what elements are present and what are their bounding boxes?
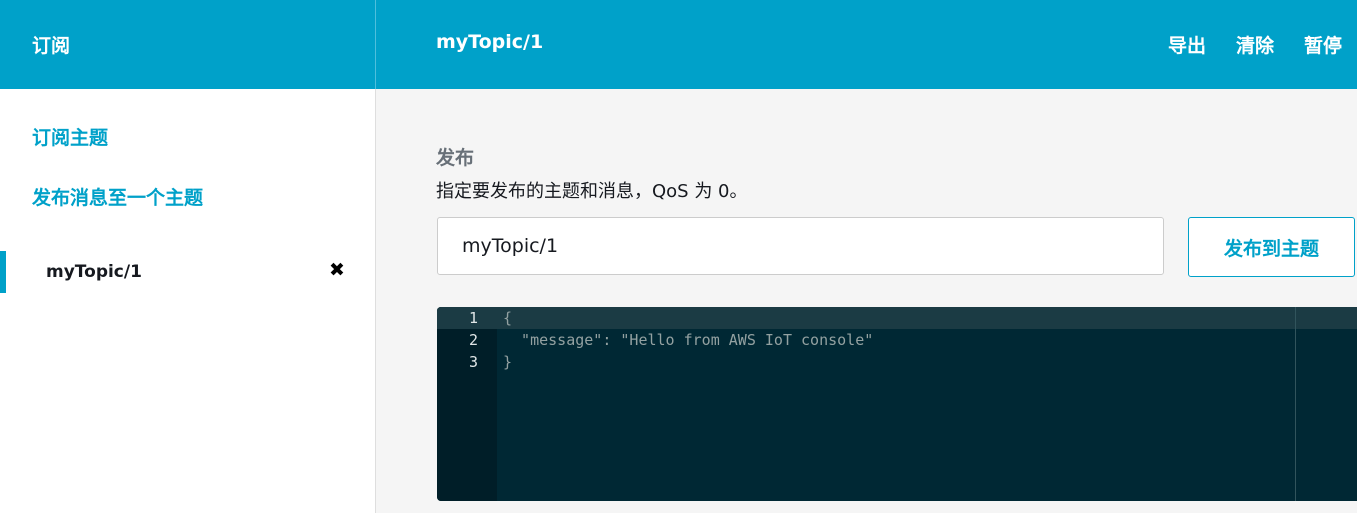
line-number: 2: [468, 331, 478, 349]
line-number: 3: [468, 353, 478, 371]
subscribe-topic-link[interactable]: 订阅主题: [32, 123, 108, 150]
header-actions: 导出 清除 暂停: [1168, 31, 1342, 58]
line-code: "message": "Hello from AWS IoT console": [503, 331, 874, 349]
topic-title: myTopic/1: [436, 31, 544, 53]
editor-line: 3 }: [437, 351, 1357, 373]
editor-line: 1 {: [437, 307, 1357, 329]
editor-line: 2 "message": "Hello from AWS IoT console…: [437, 329, 1357, 351]
sidebar-item-label: myTopic/1: [46, 262, 142, 282]
header-left-panel: 订阅: [0, 0, 376, 89]
line-code: }: [503, 353, 513, 371]
top-header: 订阅 myTopic/1 导出 清除 暂停: [0, 0, 1357, 89]
main-panel: 发布 指定要发布的主题和消息，QoS 为 0。 发布到主题 1 { 2 "mes…: [376, 89, 1357, 513]
pause-button[interactable]: 暂停: [1304, 31, 1342, 58]
publish-message-link[interactable]: 发布消息至一个主题: [32, 183, 203, 210]
sidebar: 订阅主题 发布消息至一个主题 myTopic/1 ✖: [0, 89, 376, 513]
topic-input[interactable]: [437, 217, 1164, 275]
publish-heading: 发布: [436, 147, 475, 169]
publish-to-topic-button[interactable]: 发布到主题: [1188, 217, 1355, 277]
clear-button[interactable]: 清除: [1236, 31, 1274, 58]
app-title: 订阅: [32, 35, 71, 57]
publish-description: 指定要发布的主题和消息，QoS 为 0。: [436, 181, 748, 202]
line-number: 1: [468, 309, 478, 327]
line-code: {: [503, 309, 513, 327]
print-margin: [1295, 307, 1296, 501]
close-icon[interactable]: ✖: [329, 259, 345, 281]
sidebar-item-mytopic[interactable]: myTopic/1 ✖: [0, 249, 375, 293]
export-button[interactable]: 导出: [1168, 31, 1206, 58]
active-marker: [0, 251, 6, 293]
message-editor[interactable]: 1 { 2 "message": "Hello from AWS IoT con…: [437, 307, 1357, 501]
